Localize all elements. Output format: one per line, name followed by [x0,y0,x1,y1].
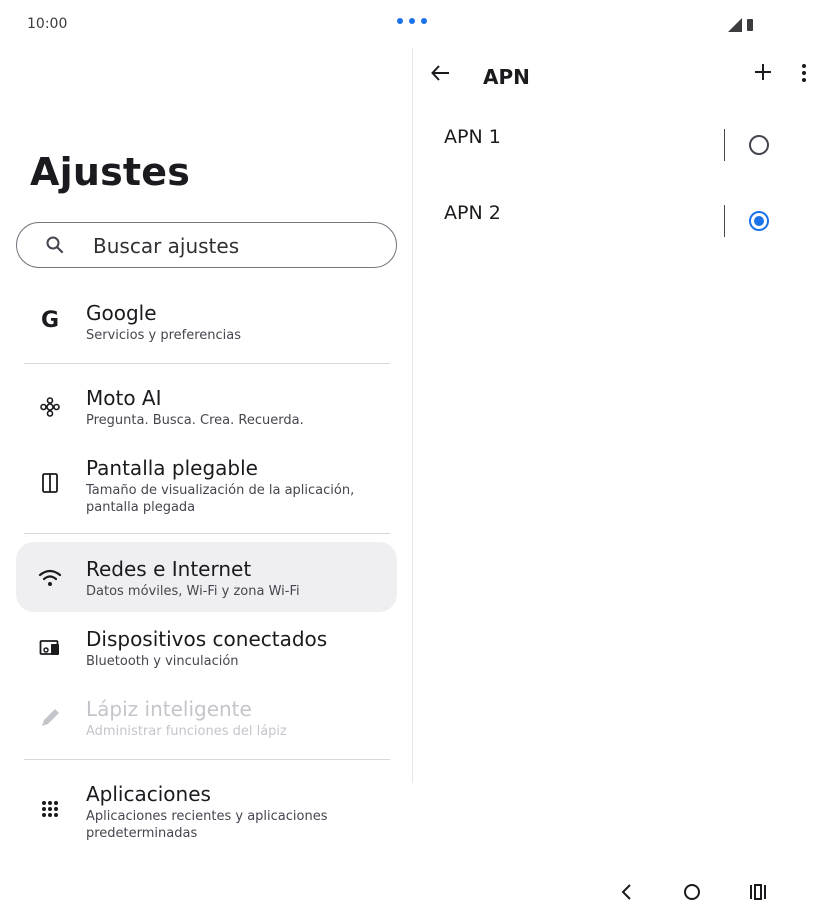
settings-item-network-internet[interactable]: Redes e Internet Datos móviles, Wi-Fi y … [16,552,397,612]
settings-item-connected-devices[interactable]: Dispositivos conectados Bluetooth y vinc… [16,622,397,682]
page-title: Ajustes [30,150,191,194]
settings-item-foldable-display[interactable]: Pantalla plegable Tamaño de visualizació… [16,451,397,521]
settings-item-subtitle: Tamaño de visualización de la aplicación… [86,483,355,515]
settings-item-subtitle: Aplicaciones recientes y aplicaciones pr… [86,809,328,841]
settings-item-google[interactable]: G Google Servicios y preferencias [16,296,397,356]
settings-item-title: Google [86,301,157,325]
settings-item-title: Aplicaciones [86,782,211,806]
wifi-icon [38,566,62,590]
back-arrow-icon[interactable] [430,62,452,84]
divider [24,533,390,534]
settings-item-title: Pantalla plegable [86,456,258,480]
apn-label[interactable]: APN 2 [444,202,501,224]
pane-divider[interactable] [412,48,413,783]
apn-label[interactable]: APN 1 [444,126,501,148]
google-icon: G [40,307,60,333]
pane-handle-dots-icon[interactable] [397,16,429,26]
devices-icon [38,636,62,660]
settings-item-apps[interactable]: Aplicaciones Aplicaciones recientes y ap… [16,777,397,847]
status-icons [728,16,758,32]
foldable-icon [38,471,62,495]
settings-item-subtitle: Administrar funciones del lápiz [86,724,287,739]
settings-item-subtitle: Bluetooth y vinculación [86,654,239,669]
more-options-icon[interactable] [798,62,810,84]
apn-radio-button-selected[interactable] [749,211,769,231]
nav-home-icon[interactable] [682,880,702,904]
apn-row-separator [724,129,725,161]
settings-item-title: Redes e Internet [86,557,252,581]
settings-item-smart-pen: Lápiz inteligente Administrar funciones … [16,692,397,752]
status-time: 10:00 [27,16,68,32]
apn-radio-button[interactable] [749,135,769,155]
settings-item-title: Moto AI [86,386,162,410]
add-icon[interactable] [752,61,774,83]
settings-item-subtitle: Datos móviles, Wi-Fi y zona Wi-Fi [86,584,300,599]
ai-sparkle-icon [38,395,62,419]
divider [24,759,390,760]
apps-grid-icon [38,797,62,821]
search-placeholder: Buscar ajustes [93,234,240,258]
settings-item-title: Dispositivos conectados [86,627,328,651]
divider [24,363,390,364]
battery-icon [747,19,753,31]
apn-row-separator [724,205,725,237]
search-icon [46,236,64,254]
settings-item-subtitle: Pregunta. Busca. Crea. Recuerda. [86,413,304,428]
settings-item-title: Lápiz inteligente [86,697,252,721]
settings-item-subtitle: Servicios y preferencias [86,328,242,343]
nav-recents-icon[interactable] [748,880,768,904]
nav-back-icon[interactable] [618,880,634,904]
signal-icon [728,18,742,32]
pen-icon [38,706,62,730]
apn-page-title: APN [483,65,530,89]
settings-item-moto-ai[interactable]: Moto AI Pregunta. Busca. Crea. Recuerda. [16,381,397,441]
